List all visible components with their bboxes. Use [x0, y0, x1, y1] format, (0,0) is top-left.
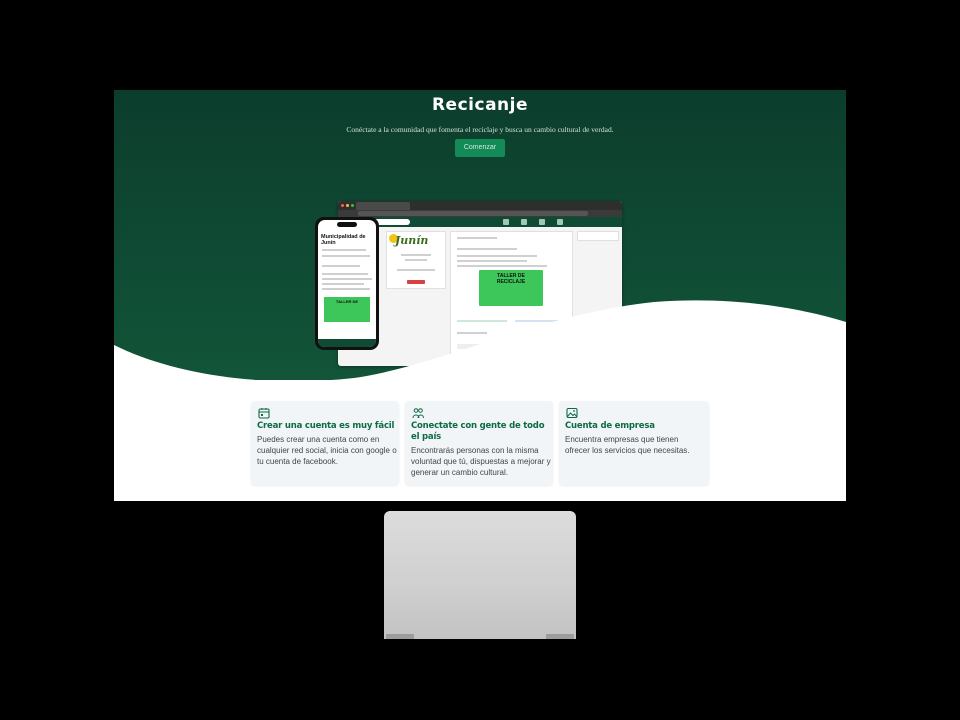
- feature-card-create-account: Crear una cuenta es muy fácil Puedes cre…: [251, 401, 399, 485]
- sidebar-widget: [577, 231, 619, 241]
- monitor-stand: [384, 511, 576, 639]
- hero-wave: [114, 300, 846, 390]
- feature-card-business: Cuenta de empresa Encuentra empresas que…: [559, 401, 709, 485]
- feature-card-connect: Conectate con gente de todo el país Enco…: [405, 401, 553, 485]
- phone-profile-title: Municipalidad de Junín: [321, 234, 366, 246]
- junin-logo: Junín: [395, 234, 429, 247]
- start-button[interactable]: Comenzar: [455, 139, 505, 157]
- hero-subtitle: Conéctate a la comunidad que fomenta el …: [346, 125, 614, 134]
- hero-title: Recicanje: [431, 95, 529, 115]
- profile-card: Junín: [386, 231, 446, 289]
- browser-chrome: [338, 201, 622, 210]
- image-icon: [566, 407, 578, 419]
- feature-description: Puedes crear una cuenta como en cualquie…: [257, 435, 397, 466]
- browser-url-bar: [338, 210, 622, 217]
- feature-title: Crear una cuenta es muy fácil: [257, 421, 395, 431]
- feature-description: Encuentra empresas que tienen ofrecer lo…: [565, 435, 690, 455]
- monitor-screen: Recicanje Conéctate a la comunidad que f…: [114, 90, 846, 501]
- feature-description: Encontrarás personas con la misma volunt…: [411, 446, 551, 477]
- calendar-icon: [258, 408, 270, 419]
- feature-title: Cuenta de empresa: [565, 421, 655, 431]
- app-nav-bar: [338, 217, 622, 227]
- people-icon: [412, 408, 424, 419]
- feature-title: Conectate con gente de todo el país: [411, 421, 545, 442]
